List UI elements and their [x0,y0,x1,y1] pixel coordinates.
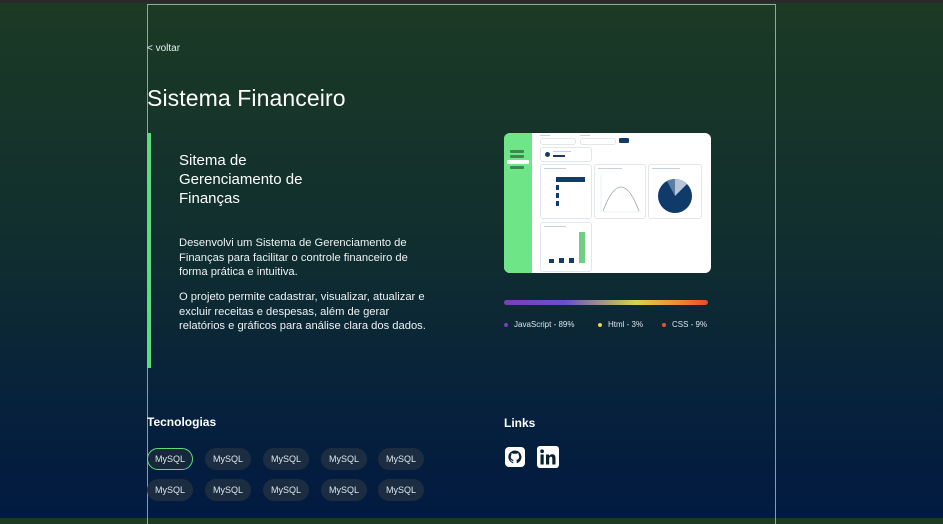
language-bar [504,300,708,305]
links-heading: Links [504,416,536,430]
top-border [0,0,943,3]
technologies-heading: Tecnologias [147,415,217,429]
github-icon[interactable] [505,447,525,467]
tech-chip[interactable]: MySQL [205,479,251,501]
tech-chip[interactable]: MySQL [378,448,424,470]
tech-chip[interactable]: MySQL [147,448,193,470]
tech-chip[interactable]: MySQL [205,448,251,470]
screenshot-sidebar [504,133,532,273]
accent-bar [147,133,151,368]
project-subtitle: Sitema de Gerenciamento de Finanças [179,152,303,207]
javascript-dot-icon [504,322,508,327]
legend-item-javascript: JavaScript - 89% [504,320,574,329]
tech-chip[interactable]: MySQL [263,448,309,470]
tech-chip[interactable]: MySQL [263,479,309,501]
legend-item-css: CSS - 9% [662,320,707,329]
tech-chip[interactable]: MySQL [321,479,367,501]
legend-item-html: Html - 3% [598,320,643,329]
tech-chip[interactable]: MySQL [147,479,193,501]
css-dot-icon [662,322,666,327]
description-paragraph-1: Desenvolvi um Sistema de Gerenciamento d… [179,237,408,278]
linkedin-icon[interactable] [537,446,559,468]
html-dot-icon [598,322,602,327]
description-paragraph-2: O projeto permite cadastrar, visualizar,… [179,291,426,332]
page-title: Sistema Financeiro [147,85,346,111]
back-link[interactable]: < voltar [147,43,180,54]
tech-chip[interactable]: MySQL [378,479,424,501]
project-screenshot[interactable] [504,133,711,273]
tech-chip[interactable]: MySQL [321,448,367,470]
